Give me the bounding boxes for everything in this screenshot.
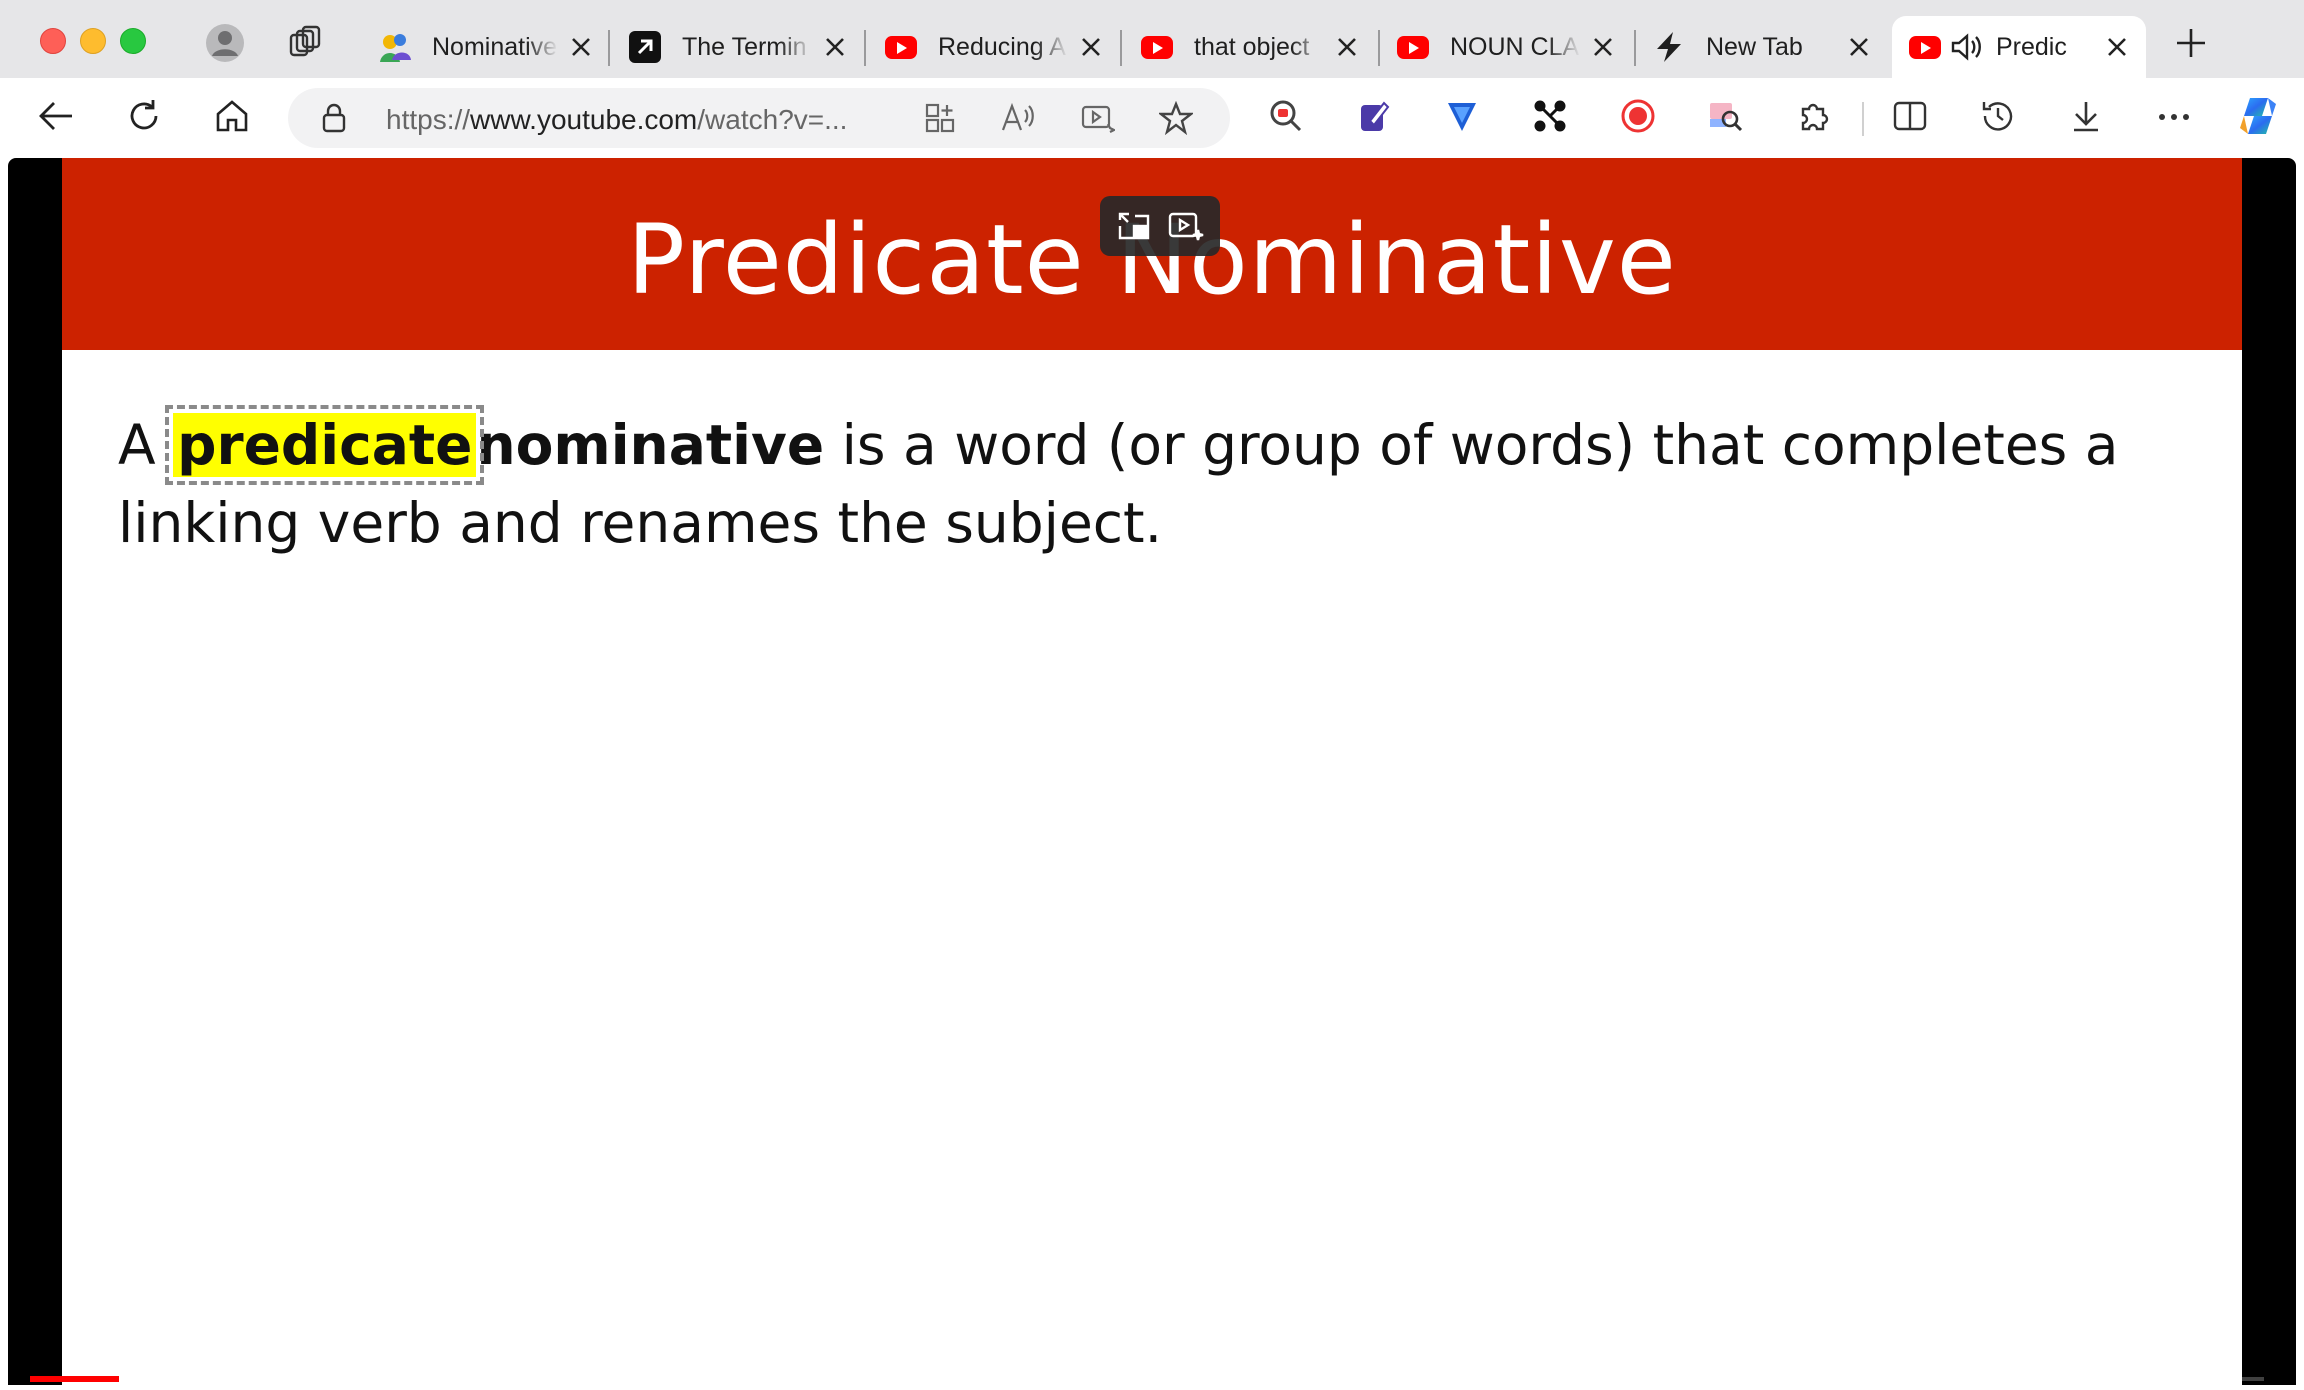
page-viewport: Predicate Nominative A predicatenominati… bbox=[0, 158, 2304, 1390]
url-host: www.youtube.com bbox=[470, 104, 698, 135]
speaker-icon[interactable] bbox=[1950, 30, 1984, 64]
app-available-icon[interactable] bbox=[920, 98, 960, 138]
workspaces-button[interactable] bbox=[282, 22, 328, 68]
blue-v-shield-icon bbox=[1445, 99, 1479, 138]
workspaces-icon bbox=[287, 25, 323, 66]
tab-strip: Nominative The Termin Reducing A that ob… bbox=[0, 0, 2304, 78]
screen-search-icon bbox=[1708, 99, 1744, 138]
browser-toolbar: https://www.youtube.com/watch?v=... bbox=[0, 78, 2304, 158]
extensions-button[interactable] bbox=[1788, 92, 1840, 144]
settings-more-button[interactable] bbox=[2148, 92, 2200, 144]
home-icon bbox=[214, 98, 250, 139]
downloads-button[interactable] bbox=[2060, 92, 2112, 144]
slide-frame: Predicate Nominative A predicatenominati… bbox=[62, 158, 2242, 1385]
youtube-favicon-icon bbox=[1140, 30, 1174, 64]
video-enhance-icon[interactable] bbox=[1078, 98, 1118, 138]
copilot-icon bbox=[2236, 94, 2280, 143]
window-zoom-button[interactable] bbox=[120, 28, 146, 54]
tab-title: NOUN CLA bbox=[1450, 32, 1580, 61]
address-bar[interactable]: https://www.youtube.com/watch?v=... bbox=[288, 88, 1230, 148]
tab-nominative[interactable]: Nominative bbox=[362, 16, 610, 78]
tab-title: that object bbox=[1194, 32, 1310, 61]
extension-find-button[interactable] bbox=[1700, 92, 1752, 144]
split-screen-button[interactable] bbox=[1884, 92, 1936, 144]
nodes-icon bbox=[1533, 99, 1567, 138]
bolt-favicon-icon bbox=[1652, 30, 1686, 64]
tab-that-object[interactable]: that object bbox=[1124, 16, 1376, 78]
extension-search-button[interactable] bbox=[1260, 92, 1312, 144]
back-arrow-icon bbox=[38, 100, 74, 137]
read-aloud-icon[interactable] bbox=[998, 98, 1038, 138]
extension-v-button[interactable] bbox=[1436, 92, 1488, 144]
lock-icon[interactable] bbox=[318, 102, 350, 134]
slide-definition-text: A predicatenominative is a word (or grou… bbox=[118, 405, 2168, 562]
reload-button[interactable] bbox=[118, 92, 170, 144]
tab-title: Predic bbox=[1996, 32, 2067, 61]
copilot-button[interactable] bbox=[2232, 92, 2284, 144]
tab-close-icon[interactable] bbox=[2102, 32, 2132, 62]
video-player[interactable]: Predicate Nominative A predicatenominati… bbox=[8, 158, 2296, 1385]
more-dots-icon bbox=[2157, 109, 2191, 127]
arrow-favicon-icon bbox=[628, 30, 662, 64]
tab-close-icon[interactable] bbox=[1332, 32, 1362, 62]
video-enhance-overlay-icon[interactable] bbox=[1164, 204, 1208, 248]
tab-noun-clauses[interactable]: NOUN CLA bbox=[1380, 16, 1632, 78]
people-favicon-icon bbox=[378, 30, 412, 64]
article-a: A bbox=[118, 413, 156, 477]
tab-new-tab[interactable]: New Tab bbox=[1636, 16, 1888, 78]
video-progress-track[interactable] bbox=[119, 1377, 2264, 1381]
profile-button[interactable] bbox=[202, 22, 248, 68]
plus-icon bbox=[2175, 27, 2207, 64]
url-path: /watch?v=... bbox=[697, 104, 848, 135]
youtube-favicon-icon bbox=[884, 30, 918, 64]
extension-record-button[interactable] bbox=[1612, 92, 1664, 144]
definition-line-1: is a word (or group of words) that compl… bbox=[824, 413, 2119, 477]
tab-divider bbox=[608, 30, 610, 66]
tab-title: Reducing A bbox=[938, 32, 1066, 61]
tab-close-icon[interactable] bbox=[566, 32, 596, 62]
reload-icon bbox=[126, 98, 162, 139]
tab-close-icon[interactable] bbox=[820, 32, 850, 62]
highlighted-word-predicate: predicate bbox=[165, 405, 485, 485]
home-button[interactable] bbox=[206, 92, 258, 144]
record-icon bbox=[1620, 98, 1656, 139]
tab-title: New Tab bbox=[1706, 32, 1803, 61]
tab-close-icon[interactable] bbox=[1076, 32, 1106, 62]
url-scheme: https:// bbox=[386, 104, 471, 135]
youtube-favicon-icon bbox=[1908, 30, 1942, 64]
magnifier-extension-icon bbox=[1269, 99, 1303, 138]
extension-nodes-button[interactable] bbox=[1524, 92, 1576, 144]
window-close-button[interactable] bbox=[40, 28, 66, 54]
extension-notes-button[interactable] bbox=[1348, 92, 1400, 144]
history-clock-icon bbox=[1980, 98, 2016, 139]
tab-close-icon[interactable] bbox=[1844, 32, 1874, 62]
tab-reducing[interactable]: Reducing A bbox=[868, 16, 1120, 78]
video-progress-played[interactable] bbox=[30, 1376, 119, 1382]
window-minimize-button[interactable] bbox=[80, 28, 106, 54]
back-button[interactable] bbox=[30, 92, 82, 144]
tab-title: Nominative bbox=[432, 32, 558, 61]
youtube-favicon-icon bbox=[1396, 30, 1430, 64]
tab-predicate-nominative[interactable]: Predic bbox=[1892, 16, 2146, 78]
tab-close-icon[interactable] bbox=[1588, 32, 1618, 62]
download-icon bbox=[2070, 99, 2102, 138]
video-overlay-controls bbox=[1100, 196, 1220, 256]
bold-word-nominative: nominative bbox=[476, 413, 825, 477]
profile-avatar-icon bbox=[205, 23, 245, 68]
new-tab-button[interactable] bbox=[2168, 22, 2214, 68]
pen-notepad-icon bbox=[1358, 99, 1390, 138]
puzzle-piece-icon bbox=[1797, 99, 1831, 138]
tab-title: The Termin bbox=[682, 32, 807, 61]
tab-divider bbox=[864, 30, 866, 66]
toolbar-divider bbox=[1862, 102, 1864, 136]
definition-line-2: linking verb and renames the subject. bbox=[118, 491, 1163, 555]
tab-divider bbox=[1120, 30, 1122, 66]
url-text: https://www.youtube.com/watch?v=... bbox=[386, 104, 847, 136]
picture-in-picture-icon[interactable] bbox=[1112, 204, 1156, 248]
favorite-star-icon[interactable] bbox=[1156, 98, 1196, 138]
history-button[interactable] bbox=[1972, 92, 2024, 144]
tab-the-terminal[interactable]: The Termin bbox=[612, 16, 864, 78]
split-screen-icon bbox=[1893, 100, 1927, 137]
